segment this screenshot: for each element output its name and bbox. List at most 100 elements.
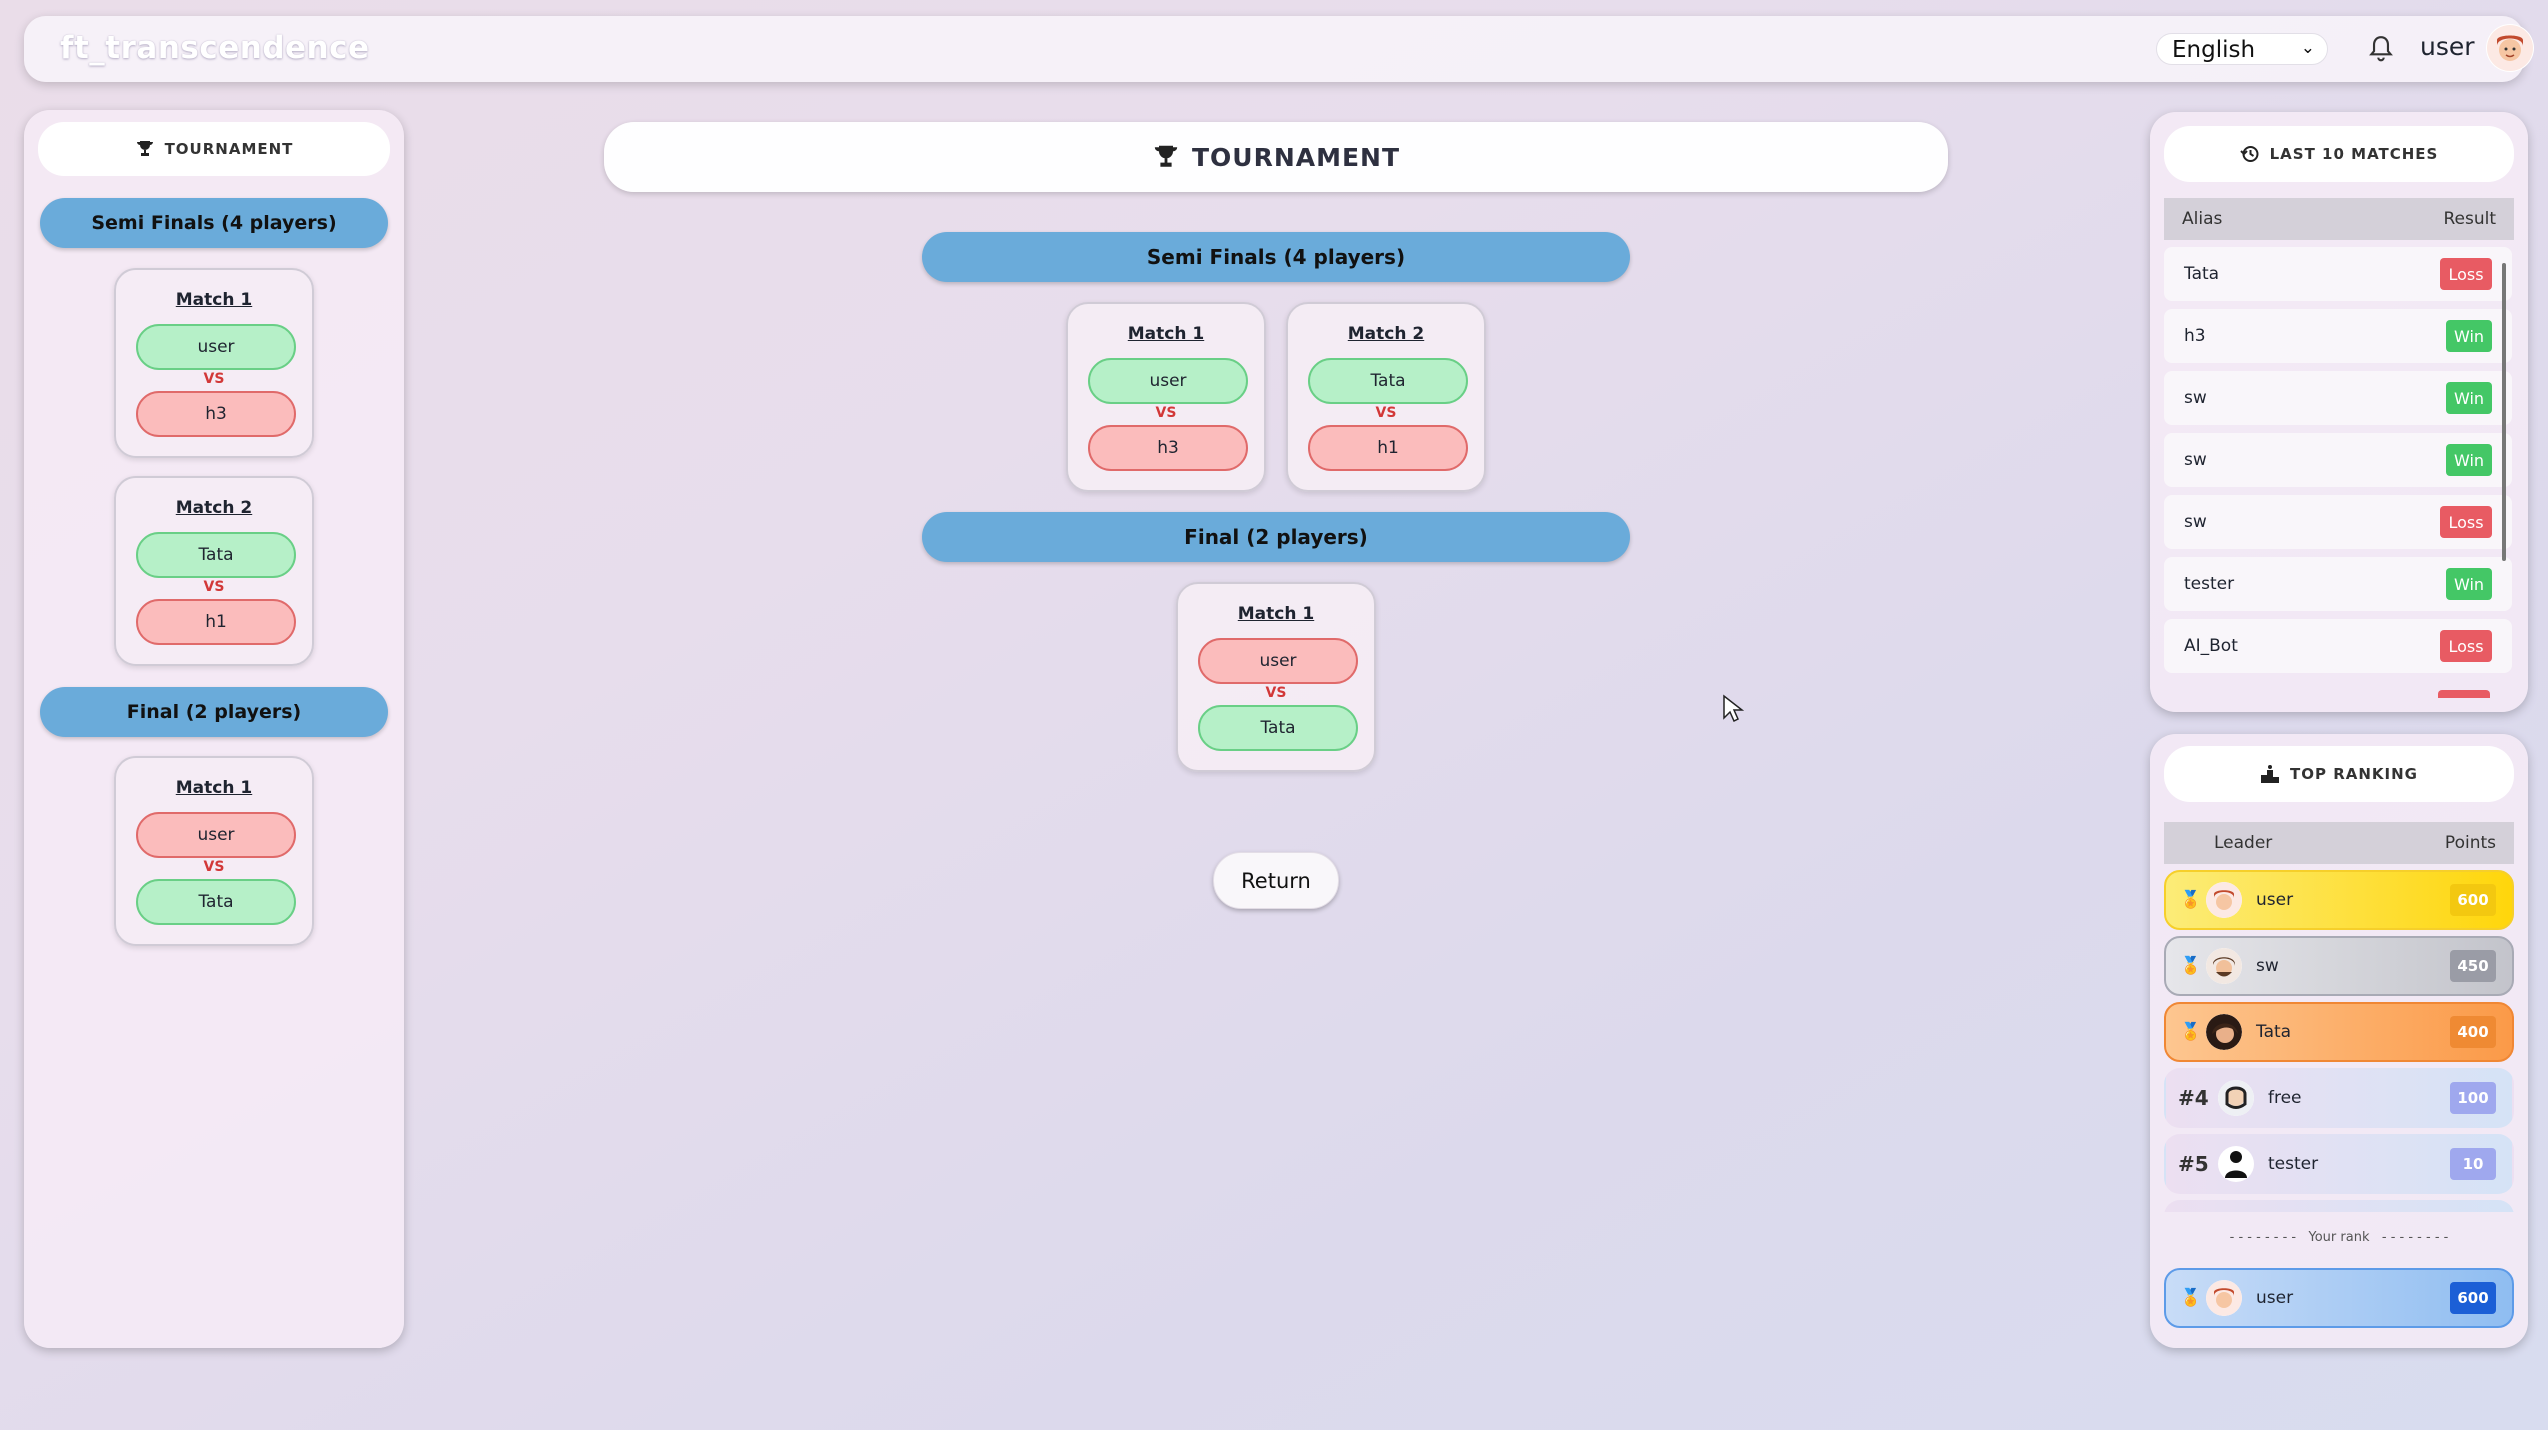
result-badge: Win [2446, 568, 2492, 600]
player-loser: user [136, 812, 296, 858]
chevron-down-icon: ⌄ [2300, 38, 2315, 58]
last-matches-title: LAST 10 MATCHES [2164, 126, 2514, 182]
sidebar-title-text: TOURNAMENT [164, 140, 294, 158]
gold-medal-icon: 🏅 [2180, 890, 2202, 910]
ranking-row[interactable]: 🏅 user 600 [2164, 870, 2514, 930]
player-loser: h1 [1308, 425, 1468, 471]
col-leader: Leader [2214, 833, 2273, 853]
match-row[interactable]: tester Win [2164, 557, 2512, 611]
partial-row-badge [2438, 690, 2490, 698]
ranking-row[interactable]: #4 free 100 [2164, 1068, 2514, 1128]
ranking-table-header: Leader Points [2164, 822, 2514, 864]
match-label: Match 2 [175, 498, 253, 518]
last-matches-title-text: LAST 10 MATCHES [2269, 145, 2439, 163]
player-name: tester [2268, 1154, 2319, 1174]
vs-label: VS [203, 371, 225, 387]
page-title-text: TOURNAMENT [1191, 142, 1401, 172]
ranking-row[interactable]: #5 tester 10 [2164, 1134, 2514, 1194]
return-button[interactable]: Return [1213, 852, 1339, 909]
result-badge: Win [2446, 444, 2492, 476]
vs-label: VS [203, 859, 225, 875]
match-card[interactable]: Match 2 Tata VS h1 [1286, 302, 1486, 492]
match-row[interactable]: AI_Bot Loss [2164, 619, 2512, 673]
avatar [2206, 948, 2242, 984]
player-name: sw [2256, 956, 2279, 976]
match-card[interactable]: Match 1 user VS Tata [1176, 582, 1376, 772]
match-card[interactable]: Match 1 user VS h3 [114, 268, 314, 458]
stage-final: Final (2 players) [922, 512, 1630, 562]
matches-scrollbar[interactable] [2502, 263, 2506, 561]
top-ranking-title-text: TOP RANKING [2290, 765, 2418, 783]
your-ranking-row[interactable]: 🏅 user 600 [2164, 1268, 2514, 1328]
points-badge: 100 [2450, 1082, 2496, 1114]
mouse-cursor-icon [1723, 694, 1744, 723]
vs-label: VS [1155, 405, 1177, 421]
avatar [2206, 882, 2242, 918]
match-label: Match 2 [1347, 324, 1425, 344]
matches-table-header: Alias Result [2164, 198, 2514, 240]
player-winner: Tata [1308, 358, 1468, 404]
avatar [2218, 1146, 2254, 1182]
match-alias: sw [2184, 512, 2207, 532]
sidebar-title: TOURNAMENT [38, 122, 390, 176]
col-result: Result [2443, 209, 2496, 229]
podium-icon [2261, 765, 2279, 783]
points-badge: 10 [2450, 1148, 2496, 1180]
stage-final: Final (2 players) [40, 687, 388, 737]
points-badge: 400 [2450, 1016, 2496, 1048]
match-alias: Tata [2184, 264, 2220, 284]
match-alias: sw [2184, 388, 2207, 408]
points-badge: 450 [2450, 950, 2496, 982]
player-name: Tata [2256, 1022, 2292, 1042]
rank-number: #4 [2178, 1086, 2209, 1110]
silver-medal-icon: 🏅 [2180, 956, 2202, 976]
trophy-icon [136, 141, 153, 156]
match-row[interactable]: Tata Loss [2164, 247, 2512, 301]
player-name: user [2256, 1288, 2294, 1308]
match-card[interactable]: Match 1 user VS Tata [114, 756, 314, 946]
player-winner: user [1088, 358, 1248, 404]
player-loser: user [1198, 638, 1358, 684]
page-title: TOURNAMENT [604, 122, 1948, 192]
avatar [2206, 1014, 2242, 1050]
tournament-sidebar: TOURNAMENT Semi Finals (4 players) Match… [24, 110, 404, 1348]
last-matches-panel: LAST 10 MATCHES Alias Result Tata Loss h3… [2150, 112, 2528, 712]
bell-icon[interactable] [2368, 34, 2394, 64]
ranking-row[interactable]: 🏅 sw 450 [2164, 936, 2514, 996]
match-card[interactable]: Match 1 user VS h3 [1066, 302, 1266, 492]
bronze-medal-icon: 🏅 [2180, 1022, 2202, 1042]
col-points: Points [2444, 833, 2496, 853]
match-row[interactable]: sw Win [2164, 433, 2512, 487]
match-row[interactable]: sw Loss [2164, 495, 2512, 549]
history-icon [2239, 146, 2259, 162]
top-ranking-panel: TOP RANKING Leader Points 🏅 user 600 🏅 s… [2150, 734, 2528, 1348]
result-badge: Loss [2440, 506, 2492, 538]
match-label: Match 1 [175, 778, 253, 798]
points-badge: 600 [2450, 1282, 2496, 1314]
match-alias: tester [2184, 574, 2235, 594]
username-label[interactable]: user [2420, 32, 2475, 61]
player-loser: h3 [1088, 425, 1248, 471]
col-alias: Alias [2182, 209, 2223, 229]
trophy-icon [1154, 145, 1178, 167]
match-row[interactable]: sw Win [2164, 371, 2512, 425]
app-logo[interactable]: ft_transcendence [60, 30, 370, 66]
player-winner: Tata [136, 879, 296, 925]
user-avatar[interactable] [2486, 24, 2534, 72]
vs-label: VS [1375, 405, 1397, 421]
stage-semi-finals: Semi Finals (4 players) [40, 198, 388, 248]
avatar [2218, 1080, 2254, 1116]
your-rank-label: Your rank [2308, 1230, 2370, 1245]
player-loser: h3 [136, 391, 296, 437]
match-label: Match 1 [1237, 604, 1315, 624]
partial-ranking-row [2164, 1200, 2514, 1212]
language-select[interactable]: English ⌄ [2156, 33, 2328, 65]
language-value: English [2172, 37, 2256, 63]
your-rank-divider: - - - - - - - - Your rank - - - - - - - … [2229, 1230, 2449, 1245]
match-card[interactable]: Match 2 Tata VS h1 [114, 476, 314, 666]
match-label: Match 1 [175, 290, 253, 310]
match-alias: h3 [2184, 326, 2206, 346]
ranking-row[interactable]: 🏅 Tata 400 [2164, 1002, 2514, 1062]
match-row[interactable]: h3 Win [2164, 309, 2512, 363]
top-ranking-title: TOP RANKING [2164, 746, 2514, 802]
